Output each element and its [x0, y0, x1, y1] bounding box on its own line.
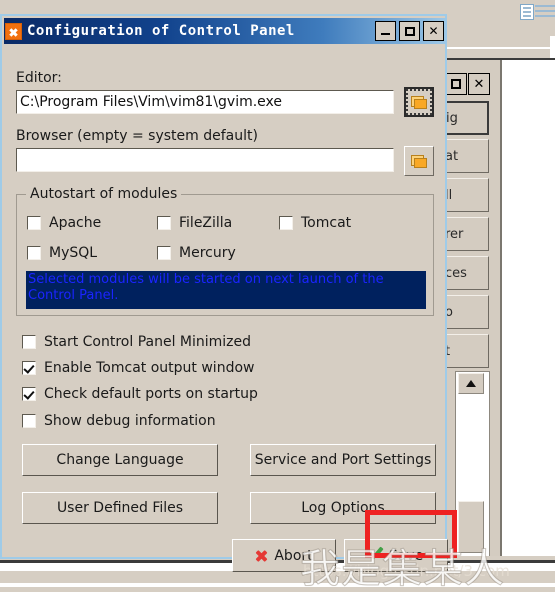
screenshot-root: ✕ ig at ll rer ces o t Configuration of … [0, 0, 555, 592]
checkbox-box[interactable] [27, 246, 41, 260]
editor-label: Editor: [16, 70, 62, 86]
background-button-config[interactable]: ig [441, 101, 489, 135]
maximize-button[interactable] [399, 21, 420, 41]
checkbox-tomcat[interactable]: Tomcat [279, 215, 351, 231]
background-button-services[interactable]: ces [441, 256, 489, 290]
scrollbar-up-button[interactable] [458, 373, 484, 394]
checkbox-box[interactable] [157, 216, 171, 230]
checkbox-box[interactable] [22, 414, 36, 428]
cross-icon [255, 549, 268, 562]
autostart-group-title: Autostart of modules [26, 186, 182, 202]
dialog-titlebar[interactable]: Configuration of Control Panel ✕ [4, 18, 447, 44]
browser-browse-button[interactable] [404, 146, 434, 176]
xampp-icon [5, 22, 22, 40]
checkbox-filezilla[interactable]: FileZilla [157, 215, 232, 231]
background-separator [440, 47, 555, 49]
background-button-tomcat[interactable]: at [441, 139, 489, 173]
minimize-icon [381, 33, 390, 35]
autostart-hint-text: Selected modules will be started on next… [26, 271, 426, 309]
option-enable-tomcat-output[interactable]: Enable Tomcat output window [22, 360, 254, 376]
background-maximize-button[interactable] [445, 73, 467, 95]
checkbox-box[interactable] [157, 246, 171, 260]
option-label: Enable Tomcat output window [44, 360, 255, 376]
option-show-debug-info[interactable]: Show debug information [22, 413, 216, 429]
option-label: Start Control Panel Minimized [44, 334, 252, 350]
desktop-small-lines-icon [535, 5, 555, 17]
checkbox-label: Tomcat [301, 215, 352, 231]
checkbox-box[interactable] [279, 216, 293, 230]
window-controls: ✕ [375, 21, 444, 41]
service-and-port-settings-button[interactable]: Service and Port Settings [250, 444, 436, 476]
checkbox-label: Apache [49, 215, 102, 231]
checkbox-box[interactable] [22, 361, 36, 375]
close-icon: ✕ [428, 24, 439, 38]
editor-input[interactable]: C:\Program Files\Vim\vim81\gvim.exe [16, 90, 394, 114]
checkbox-mercury[interactable]: Mercury [157, 245, 236, 261]
browser-input[interactable] [16, 148, 394, 172]
chevron-up-icon [466, 380, 476, 387]
close-button[interactable]: ✕ [423, 21, 444, 41]
checkbox-label: FileZilla [179, 215, 233, 231]
background-button-label: ig [446, 110, 458, 126]
option-start-minimized[interactable]: Start Control Panel Minimized [22, 334, 251, 350]
background-button-label: ces [445, 265, 467, 281]
folder-icon [411, 154, 427, 168]
checkbox-box[interactable] [27, 216, 41, 230]
log-options-button[interactable]: Log Options [250, 492, 436, 524]
minimize-button[interactable] [375, 21, 396, 41]
dialog-body: Editor: C:\Program Files\Vim\vim81\gvim.… [4, 46, 448, 572]
background-xampp-titlebar [443, 60, 498, 70]
autostart-groupbox: Autostart of modules Apache FileZilla To… [16, 186, 434, 316]
change-language-button[interactable]: Change Language [22, 444, 218, 476]
checkbox-label: MySQL [49, 245, 98, 261]
background-button-help[interactable]: o [441, 295, 489, 329]
checkbox-box[interactable] [22, 387, 36, 401]
option-label: Check default ports on startup [44, 386, 258, 402]
checkbox-label: Mercury [179, 245, 236, 261]
user-defined-files-button[interactable]: User Defined Files [22, 492, 218, 524]
editor-browse-button[interactable] [404, 87, 434, 117]
checkbox-apache[interactable]: Apache [27, 215, 101, 231]
option-label: Show debug information [44, 413, 216, 429]
background-button-quit[interactable]: t [441, 334, 489, 368]
folder-icon [411, 95, 427, 109]
window-title: Configuration of Control Panel [27, 23, 295, 39]
desktop-small-icon [520, 4, 534, 20]
background-button-label: rer [445, 226, 464, 242]
maximize-icon [404, 26, 415, 36]
configuration-dialog: Configuration of Control Panel ✕ Editor:… [0, 14, 448, 572]
maximize-icon [451, 79, 461, 89]
background-button-shell[interactable]: ll [441, 178, 489, 212]
checkbox-box[interactable] [22, 335, 36, 349]
close-icon: ✕ [473, 76, 485, 92]
browser-label: Browser (empty = system default) [16, 128, 258, 144]
background-close-button[interactable]: ✕ [468, 73, 490, 95]
watermark-chinese: 我是集某人 [300, 546, 505, 592]
option-check-default-ports[interactable]: Check default ports on startup [22, 386, 258, 402]
background-button-explorer[interactable]: rer [441, 217, 489, 251]
checkbox-mysql[interactable]: MySQL [27, 245, 97, 261]
